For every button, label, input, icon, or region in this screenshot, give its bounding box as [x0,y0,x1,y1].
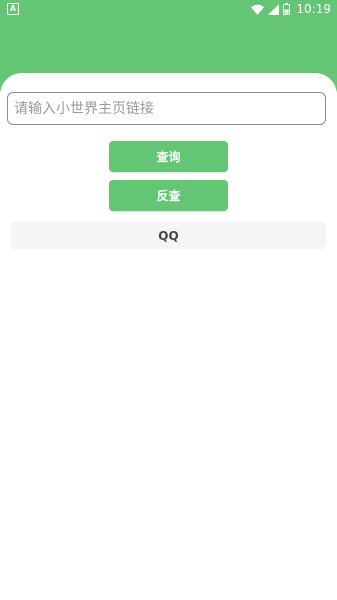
status-bar: A 10:19 [0,0,337,18]
qq-bar[interactable]: QQ [11,222,326,249]
query-button[interactable]: 查询 [109,141,228,172]
status-icons: 10:19 [251,1,331,17]
qq-bar-label: QQ [158,228,179,243]
search-input-container[interactable] [7,92,326,125]
notification-a-icon: A [7,3,19,15]
wifi-icon [251,4,265,15]
query-button-label: 查询 [156,150,181,164]
status-time: 10:19 [296,2,331,16]
homepage-link-input[interactable] [8,93,325,124]
reverse-query-button[interactable]: 反查 [109,180,228,211]
reverse-query-button-label: 反查 [156,189,181,203]
signal-icon [268,3,280,15]
battery-icon [283,3,291,15]
